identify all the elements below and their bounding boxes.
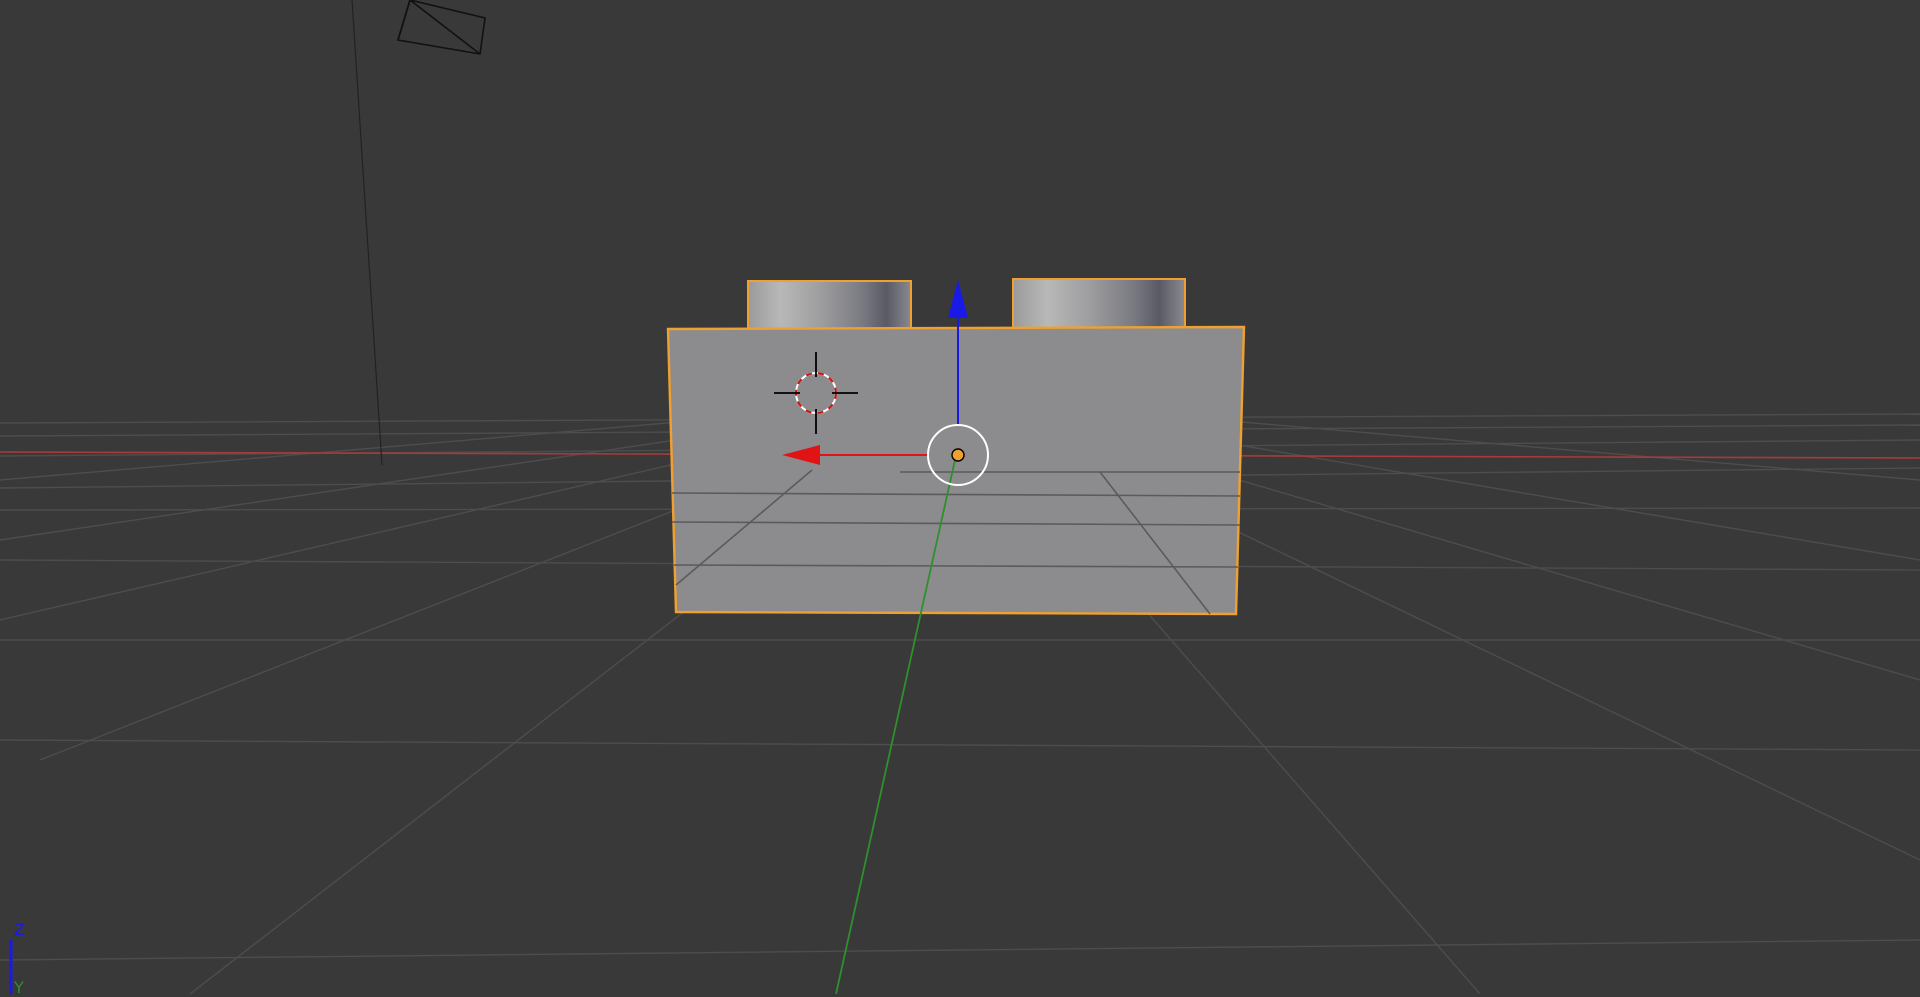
lego-brick-mesh[interactable] — [666, 278, 1246, 616]
brick-body — [666, 325, 1246, 616]
3d-viewport[interactable]: Z Y — [0, 0, 1920, 996]
brick-stud-right — [1012, 278, 1186, 332]
camera-object-icon[interactable] — [351, 0, 486, 466]
object-origin-icon — [951, 448, 965, 462]
axis-widget-z-label: Z — [14, 920, 25, 939]
gizmo-z-arrow[interactable] — [948, 280, 968, 318]
brick-stud-left — [747, 280, 912, 332]
viewport-canvas[interactable] — [0, 0, 1920, 994]
